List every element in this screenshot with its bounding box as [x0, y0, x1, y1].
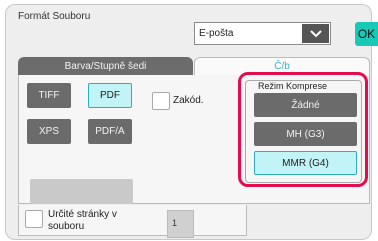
disabled-button [30, 179, 133, 204]
panel-title: Formát Souboru [18, 11, 91, 22]
specific-pages-label: Určité stránky v souboru [48, 209, 117, 232]
format-pdfa-button[interactable]: PDF/A [88, 119, 132, 144]
specific-pages-checkbox[interactable] [25, 210, 43, 228]
format-pdf-button[interactable]: PDF [88, 83, 132, 108]
destination-select[interactable]: E-pošta [194, 22, 331, 45]
tab-color-grayscale[interactable]: Barva/Stupně šedi [18, 57, 193, 75]
destination-select-value: E-pošta [199, 28, 234, 39]
chevron-down-icon[interactable] [302, 24, 329, 43]
format-tiff-button[interactable]: TIFF [27, 83, 71, 108]
encrypt-label: Zakód. [173, 95, 204, 106]
pages-count-field[interactable]: 1 [167, 210, 194, 238]
highlight-frame [238, 72, 368, 187]
encrypt-checkbox[interactable] [152, 92, 170, 110]
ok-button[interactable]: OK [355, 22, 378, 46]
format-xps-button[interactable]: XPS [27, 119, 71, 144]
